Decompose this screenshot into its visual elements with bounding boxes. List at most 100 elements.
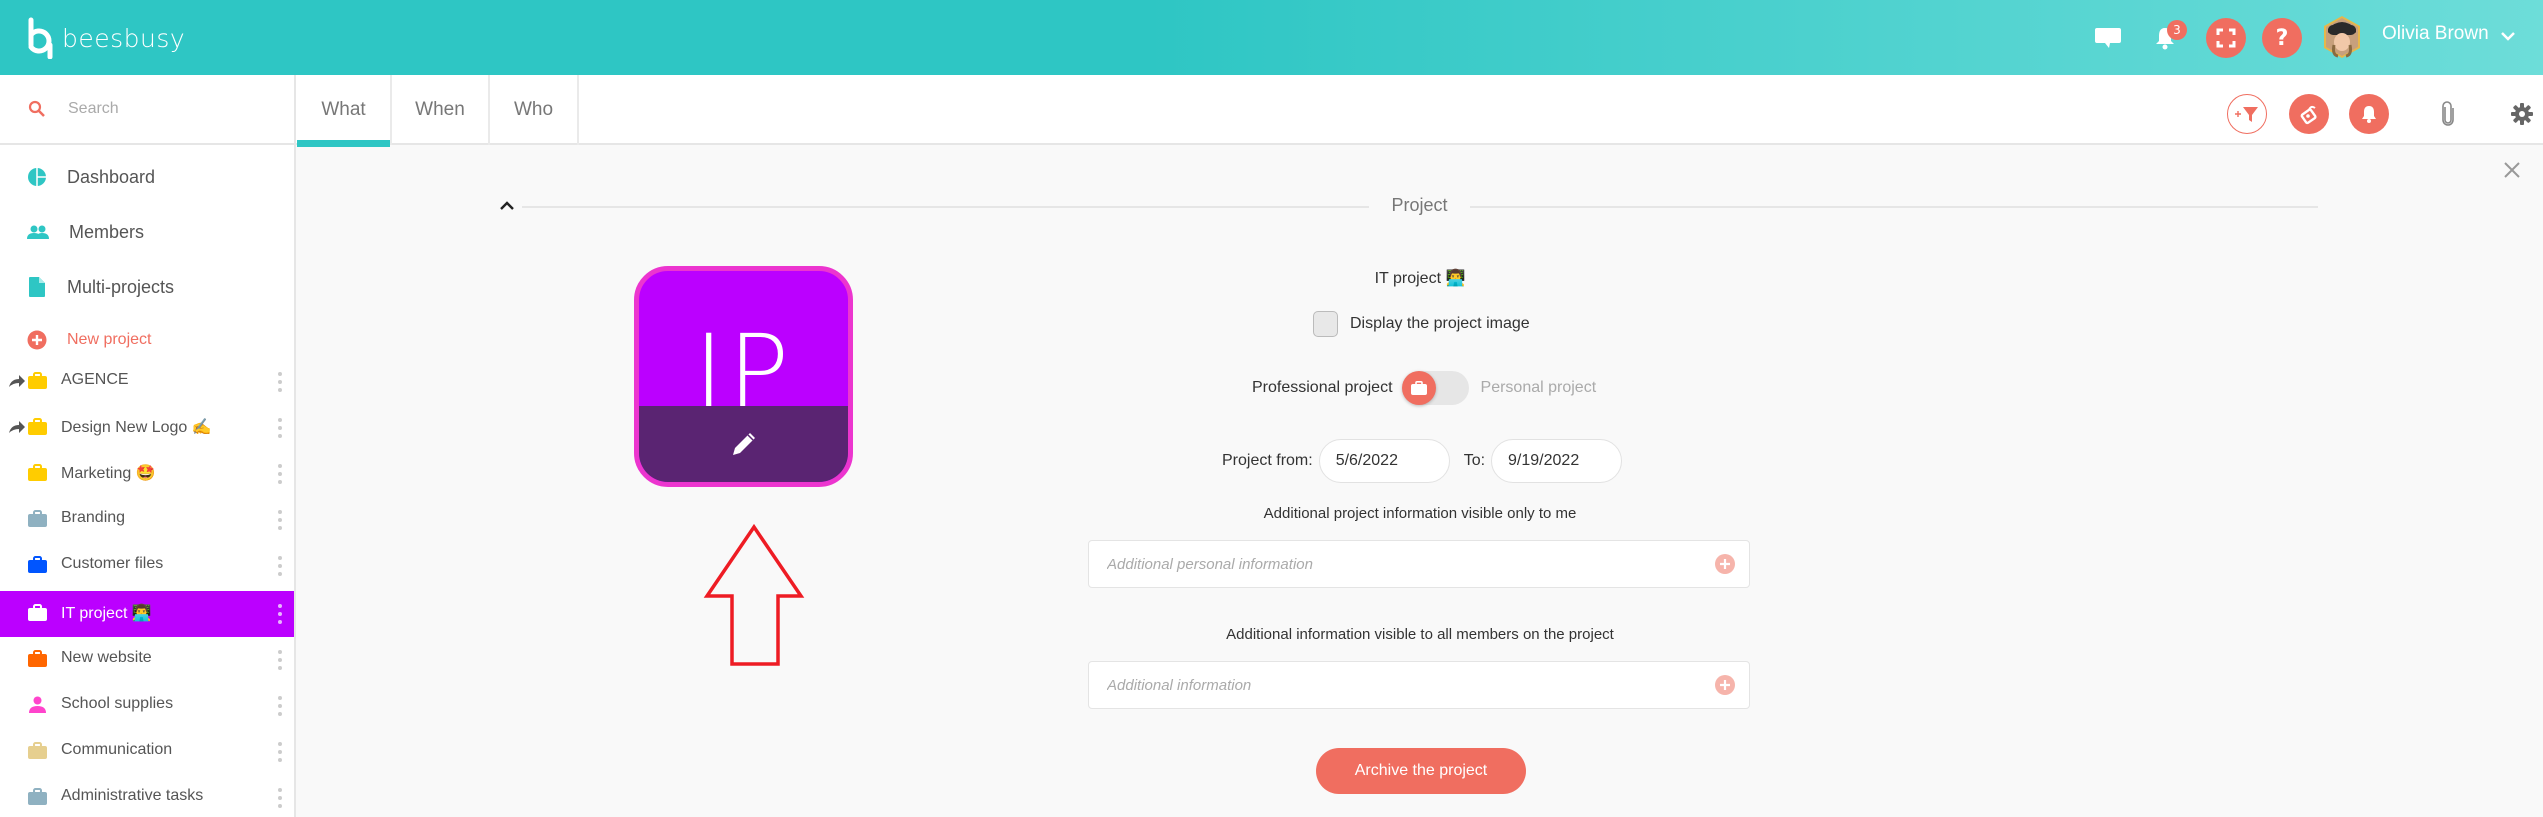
more-options-icon[interactable]	[277, 372, 283, 392]
project-item[interactable]: Design New Logo ✍️	[0, 405, 294, 451]
project-name: Communication	[61, 741, 173, 758]
project-type-toggle[interactable]	[1401, 371, 1469, 405]
help-button[interactable]: ?	[2262, 18, 2302, 58]
tags-button[interactable]	[2289, 94, 2329, 134]
shared-arrow-icon	[9, 421, 25, 433]
professional-label: Professional project	[1252, 379, 1393, 396]
sidebar-item-dashboard[interactable]: Dashboard	[0, 157, 294, 197]
paperclip-icon	[2442, 101, 2454, 126]
collapse-chevron-icon[interactable]	[498, 198, 516, 214]
display-image-label: Display the project image	[1350, 315, 1530, 332]
start-date-input[interactable]	[1318, 439, 1450, 483]
project-name: Design New Logo ✍️	[61, 419, 212, 436]
beesbusy-logo-icon	[28, 17, 53, 59]
shared-info-field[interactable]	[1088, 661, 1750, 709]
project-name: Marketing 🤩	[61, 465, 156, 482]
project-name: Administrative tasks	[61, 787, 204, 804]
pencil-icon	[732, 433, 755, 455]
project-item[interactable]: Administrative tasks	[0, 775, 294, 817]
more-options-icon[interactable]	[277, 604, 283, 624]
project-item-active[interactable]: IT project 👨‍💻	[0, 591, 294, 637]
search-input[interactable]	[68, 100, 268, 118]
project-name: School supplies	[61, 695, 174, 712]
display-image-checkbox[interactable]	[1313, 311, 1338, 337]
end-date-input[interactable]	[1491, 439, 1623, 483]
archive-project-button[interactable]: Archive the project	[1316, 748, 1526, 794]
project-name-title[interactable]: IT project 👨‍💻	[1090, 268, 1750, 288]
sidebar-item-members[interactable]: Members	[0, 212, 294, 252]
chevron-down-icon[interactable]	[2498, 26, 2518, 46]
briefcase-icon	[28, 372, 47, 389]
section-divider	[522, 206, 1369, 208]
project-name: Branding	[61, 509, 126, 526]
project-image[interactable]: IP	[634, 266, 853, 487]
more-options-icon[interactable]	[277, 788, 283, 808]
project-item[interactable]: Branding	[0, 497, 294, 543]
project-item[interactable]: School supplies	[0, 683, 294, 729]
notifications-button[interactable]: 3	[2145, 18, 2187, 58]
tab-when[interactable]: When	[392, 75, 490, 145]
chat-button[interactable]	[2088, 18, 2128, 58]
plus-icon	[1720, 559, 1730, 569]
shared-info-input[interactable]	[1107, 662, 1667, 708]
add-filter-button[interactable]	[2227, 94, 2267, 134]
personal-info-field[interactable]	[1088, 540, 1750, 588]
app-logo[interactable]: beesbusy	[26, 16, 185, 60]
top-header: beesbusy 3 ? Olivia Brown	[0, 0, 2543, 75]
fullscreen-button[interactable]	[2206, 18, 2246, 58]
sidebar-item-label: New project	[67, 331, 152, 348]
briefcase-icon	[28, 604, 47, 621]
settings-button[interactable]	[2502, 94, 2542, 134]
more-options-icon[interactable]	[277, 696, 283, 716]
close-icon[interactable]	[2502, 160, 2522, 180]
personal-info-input[interactable]	[1107, 541, 1667, 587]
project-name: IT project 👨‍💻	[61, 605, 152, 622]
project-item[interactable]: Communication	[0, 729, 294, 775]
section-divider	[1470, 206, 2318, 208]
more-options-icon[interactable]	[277, 556, 283, 576]
project-item[interactable]: Customer files	[0, 543, 294, 589]
more-options-icon[interactable]	[277, 510, 283, 530]
plus-icon	[1720, 680, 1730, 690]
reminders-button[interactable]	[2349, 94, 2389, 134]
more-options-icon[interactable]	[277, 650, 283, 670]
more-options-icon[interactable]	[277, 742, 283, 762]
more-options-icon[interactable]	[277, 464, 283, 484]
tab-who[interactable]: Who	[490, 75, 579, 145]
project-name: New website	[61, 649, 152, 666]
attachments-button[interactable]	[2428, 94, 2468, 134]
shared-arrow-icon	[9, 375, 25, 387]
fullscreen-icon	[2216, 28, 2236, 48]
help-icon: ?	[2275, 25, 2289, 51]
user-avatar[interactable]	[2322, 15, 2362, 59]
notifications-badge: 3	[2167, 20, 2187, 40]
gear-icon	[2511, 103, 2533, 125]
toggle-knob[interactable]	[1401, 371, 1436, 405]
sidebar-item-multi-projects[interactable]: Multi-projects	[0, 267, 294, 307]
project-item[interactable]: New website	[0, 637, 294, 683]
personal-info-label: Additional project information visible o…	[1263, 505, 1577, 522]
add-shared-info-button[interactable]	[1715, 675, 1735, 695]
project-item[interactable]: Marketing 🤩	[0, 451, 294, 497]
bell-icon	[2362, 106, 2376, 123]
project-type-toggle-row: Professional project Personal project	[1252, 370, 1596, 406]
tab-what[interactable]: What	[297, 75, 392, 147]
briefcase-icon	[1410, 381, 1427, 395]
add-personal-info-button[interactable]	[1715, 554, 1735, 574]
new-project-button[interactable]: New project	[0, 320, 294, 360]
project-item[interactable]: AGENCE	[0, 359, 294, 405]
plus-circle-icon	[27, 330, 47, 350]
shared-info-label: Additional information visible to all me…	[1226, 626, 1614, 643]
members-icon	[27, 225, 49, 239]
display-image-option[interactable]: Display the project image	[1313, 311, 1530, 337]
project-name: AGENCE	[61, 371, 129, 388]
sidebar: Dashboard Members Multi-projects New pro…	[0, 75, 296, 817]
add-filter-icon	[2235, 107, 2258, 122]
user-name[interactable]: Olivia Brown	[2382, 23, 2489, 45]
briefcase-icon	[28, 510, 47, 527]
sidebar-item-label: Members	[69, 221, 145, 242]
person-icon	[29, 696, 46, 713]
more-options-icon[interactable]	[277, 418, 283, 438]
edit-image-button[interactable]	[639, 406, 848, 482]
briefcase-icon	[28, 650, 47, 667]
